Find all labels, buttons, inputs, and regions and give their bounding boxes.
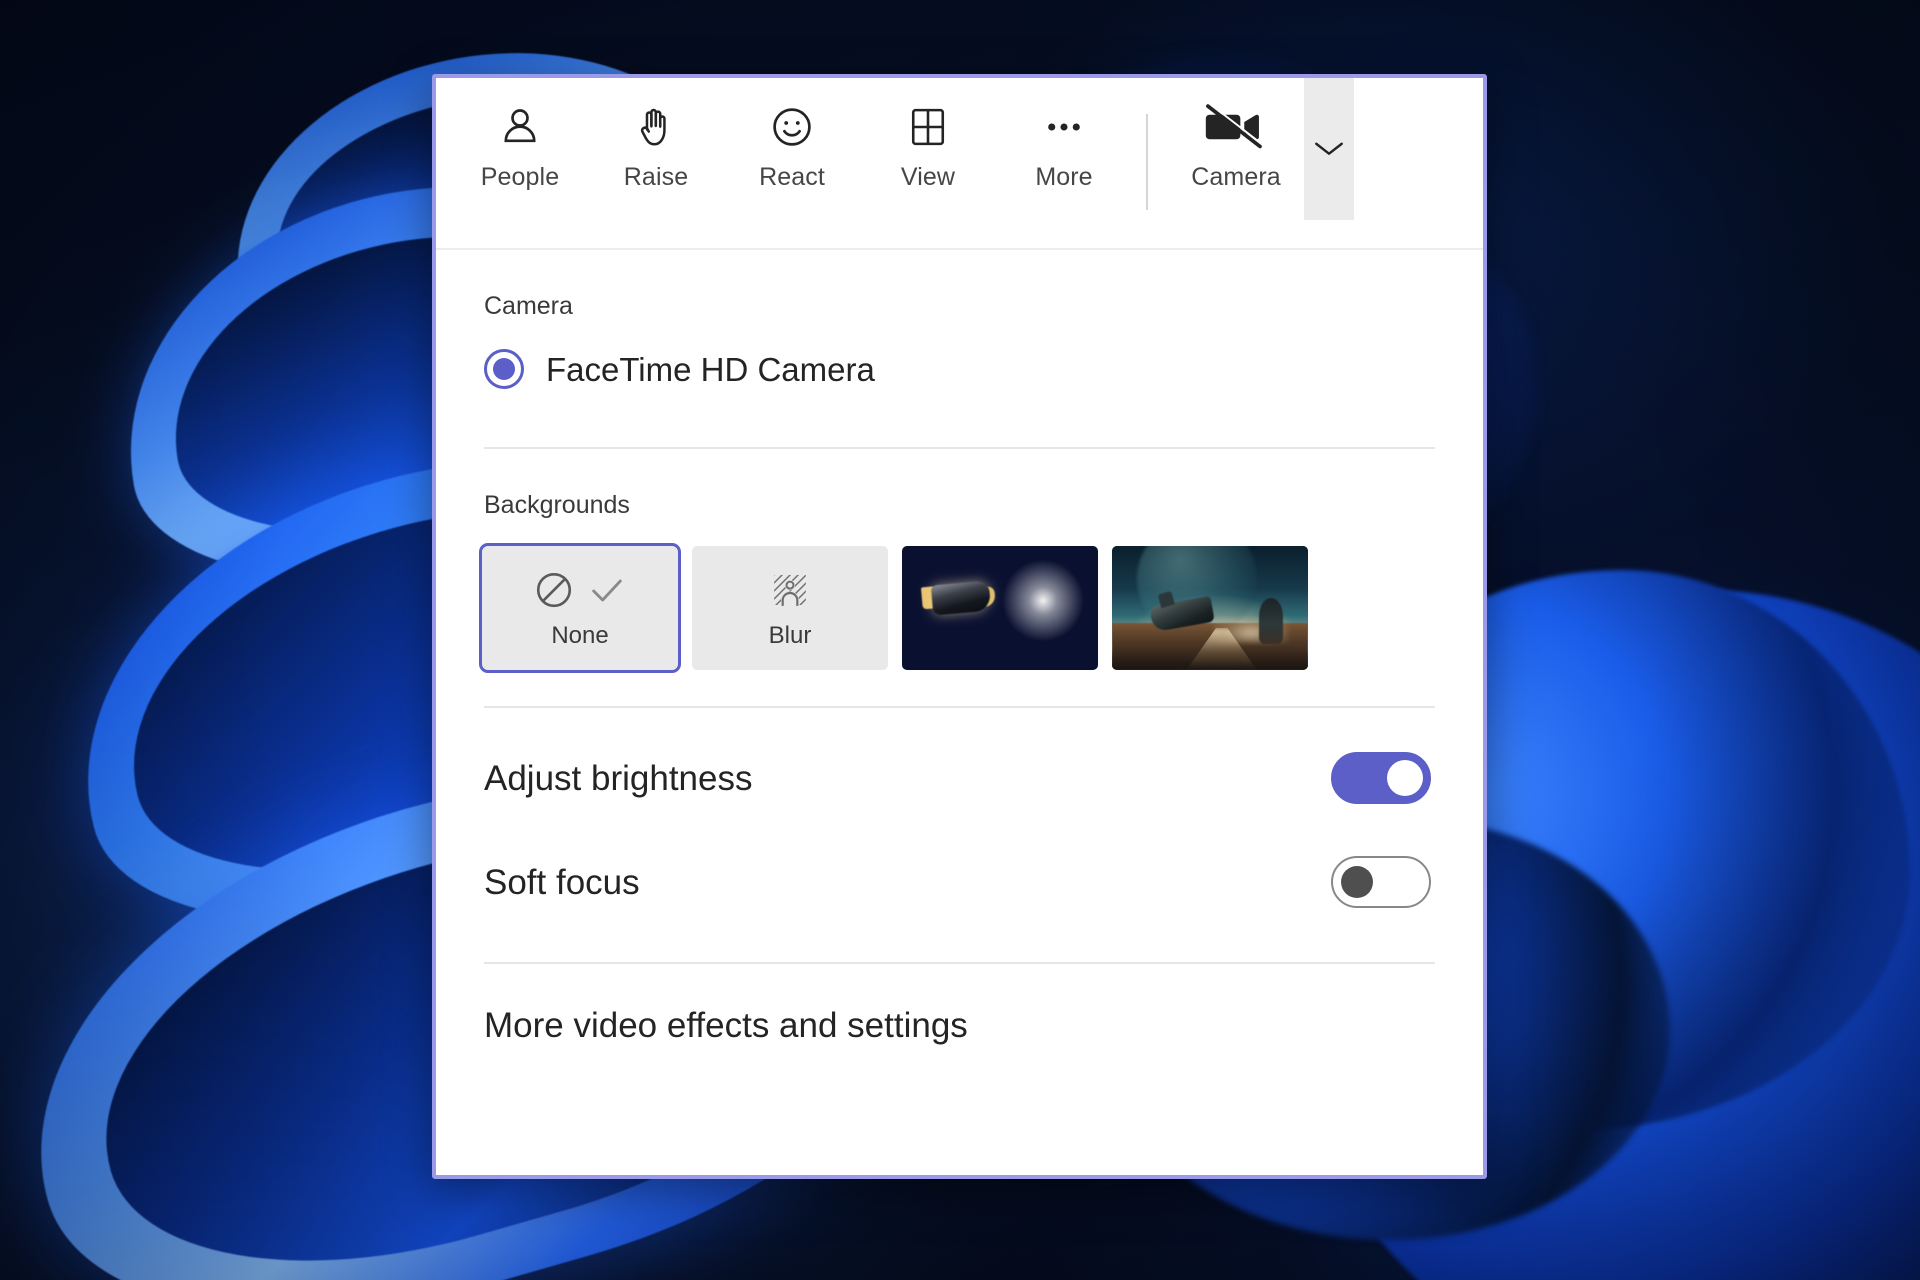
smiley-react-icon [768,98,816,156]
more-ellipsis-icon [1041,98,1087,156]
backgrounds-tile-list: None Blur [479,543,1453,673]
adjust-brightness-toggle[interactable] [1331,752,1431,804]
toolbar-separator [1146,114,1148,210]
meeting-toolbar: People Raise React View More Camera [436,78,1483,250]
toolbar-label-camera: Camera [1191,163,1281,191]
toggle-knob [1387,760,1423,796]
divider-before-footer [484,962,1435,964]
toolbar-item-react[interactable]: React [724,78,860,190]
raise-hand-icon [633,98,679,156]
toolbar-label-view: View [900,163,956,191]
toolbar-item-more[interactable]: More [996,78,1132,190]
toolbar-label-raise: Raise [623,163,689,191]
toolbar-item-camera[interactable]: Camera [1168,78,1304,190]
toolbar-item-people[interactable]: People [452,78,588,190]
divider-after-camera [484,447,1435,449]
setting-row-adjust-brightness: Adjust brightness [466,726,1453,830]
soft-focus-label: Soft focus [484,862,640,902]
background-tile-none[interactable]: None [479,543,681,673]
camera-device-label: FaceTime HD Camera [546,350,875,388]
toolbar-label-react: React [759,163,825,191]
toolbar-item-raise[interactable]: Raise [588,78,724,190]
background-tile-hyperspace[interactable] [902,546,1098,670]
camera-settings-flyout: People Raise React View More Camera Came… [432,74,1487,1179]
toolbar-label-more: More [1035,163,1093,191]
camera-section-title: Camera [484,292,573,320]
camera-device-option-facetime[interactable]: FaceTime HD Camera [484,349,1453,389]
toolbar-item-view[interactable]: View [860,78,996,190]
chevron-down-icon [1312,137,1346,162]
background-tile-blur-label: Blur [768,622,812,649]
toggle-knob [1341,866,1373,898]
backgrounds-section-title: Backgrounds [484,491,630,519]
toolbar-label-people: People [480,163,560,191]
background-tile-blur[interactable]: Blur [692,546,888,670]
camera-options-chevron-button[interactable] [1304,78,1354,220]
hyperspace-core-glow [902,546,1098,670]
grid-view-icon [905,98,951,156]
setting-row-soft-focus: Soft focus [466,830,1453,934]
soft-focus-toggle[interactable] [1331,856,1431,908]
desktop-wallpaper: People Raise React View More Camera Came… [0,0,1920,1280]
adjust-brightness-label: Adjust brightness [484,758,753,798]
camera-off-icon [1205,98,1267,156]
blur-person-icon [770,570,810,615]
no-background-icon [533,569,575,616]
person-icon [497,98,543,156]
camera-control-group: Camera [1168,78,1354,220]
radio-selected-icon [484,349,524,389]
background-tile-none-label: None [551,622,609,649]
more-video-effects-link[interactable]: More video effects and settings [484,1008,1453,1043]
checkmark-icon [587,570,627,615]
divider-after-backgrounds [484,706,1435,708]
rock-tower-silhouette [1258,598,1283,645]
camera-panel-body: Camera FaceTime HD Camera Backgrounds No… [436,250,1483,1175]
background-tile-alien-landscape[interactable] [1112,546,1308,670]
